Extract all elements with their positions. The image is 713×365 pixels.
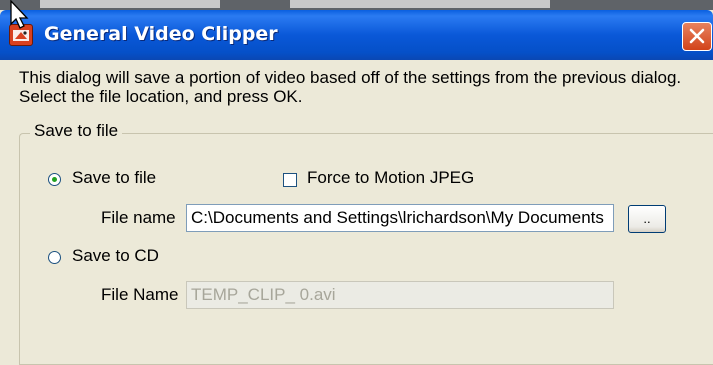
cd-file-name-input[interactable]: TEMP_CLIP_ 0.avi [186,281,614,309]
window-title: General Video Clipper [44,23,278,45]
dialog-window: General Video Clipper This dialog will s… [0,10,713,365]
close-icon [689,28,705,44]
save-to-cd-radio[interactable] [48,251,61,264]
file-name-input[interactable]: C:\Documents and Settings\lrichardson\My… [186,204,614,232]
background-window-edge [290,0,550,8]
background-window-edge [40,0,220,8]
mouse-cursor-icon [10,0,29,29]
save-to-file-label[interactable]: Save to file [72,168,156,188]
radio-selected-dot [52,177,57,182]
dialog-description: This dialog will save a portion of video… [19,68,682,106]
force-motion-jpeg-label[interactable]: Force to Motion JPEG [307,168,474,188]
save-to-file-radio[interactable] [48,173,61,186]
save-to-cd-label[interactable]: Save to CD [72,246,159,266]
title-bar[interactable]: General Video Clipper [0,10,713,60]
close-button[interactable] [682,22,712,51]
file-name-label: File name [101,208,176,227]
force-motion-jpeg-checkbox[interactable] [283,173,297,187]
cd-file-name-label: File Name [101,285,179,304]
group-title: Save to file [30,121,123,141]
browse-button[interactable]: .. [628,205,666,233]
